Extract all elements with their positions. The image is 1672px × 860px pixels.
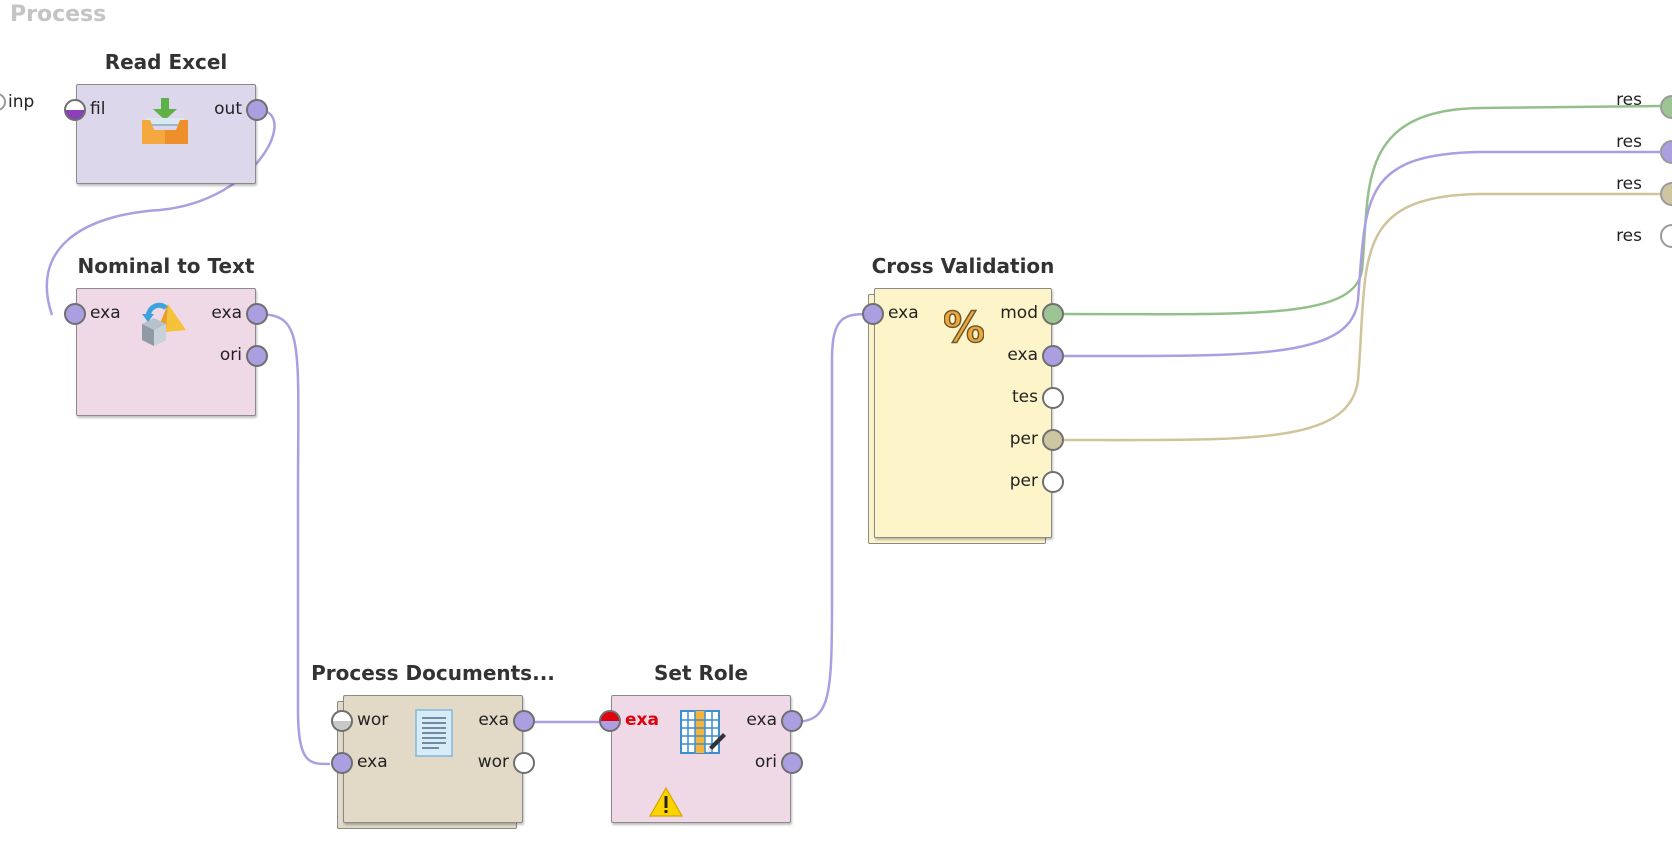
port-label: exa	[746, 710, 777, 730]
input-port-exa[interactable]	[599, 710, 621, 732]
result-port-label: res	[1616, 226, 1642, 246]
result-port-label: res	[1616, 174, 1642, 194]
operator-title: Set Role	[653, 661, 749, 685]
port-label: ori	[754, 752, 777, 772]
port-label: per	[1009, 429, 1038, 449]
port-label: tes	[1012, 387, 1038, 407]
port-label: mod	[1000, 303, 1038, 323]
port-label: wor	[477, 752, 509, 772]
process-title: Process	[10, 2, 107, 27]
output-port-out[interactable]	[246, 99, 268, 121]
port-label: out	[214, 99, 242, 119]
download-tray-icon	[142, 98, 188, 144]
output-port-exa[interactable]	[1042, 345, 1064, 367]
process-input-port[interactable]	[0, 93, 6, 111]
operator-process-documents[interactable]: Process Documents... wor exa exa wor	[311, 661, 555, 829]
result-port-1[interactable]	[1660, 95, 1672, 119]
operator-title: Read Excel	[104, 50, 228, 74]
output-port-tes[interactable]	[1042, 387, 1064, 409]
operator-nominal-to-text[interactable]: Nominal to Text exa exa ori	[64, 254, 268, 416]
port-label: per	[1009, 471, 1038, 491]
port-label: fil	[90, 99, 106, 119]
result-port-2[interactable]	[1660, 140, 1672, 164]
result-port-3[interactable]	[1660, 182, 1672, 206]
output-port-exa[interactable]	[781, 710, 803, 732]
input-port-fil[interactable]	[64, 99, 86, 121]
output-port-exa[interactable]	[513, 710, 535, 732]
wire-exa-to-res2	[1062, 150, 1660, 358]
wire-mod-to-res1	[1062, 104, 1661, 316]
output-port-exa[interactable]	[246, 303, 268, 325]
operator-cross-validation[interactable]: Cross Validation exa mod exa tes per per…	[862, 254, 1064, 544]
result-port-label: res	[1616, 90, 1642, 110]
port-label: exa	[478, 710, 509, 730]
process-canvas[interactable]: Process inp Read Excel fil out Nominal t…	[0, 0, 1672, 860]
document-icon	[415, 709, 453, 757]
output-port-ori[interactable]	[781, 752, 803, 774]
percent-icon: %	[944, 304, 984, 348]
wire-per-to-res3	[1062, 192, 1660, 442]
wire-nominal-to-procdocs	[256, 312, 331, 766]
operator-title: Process Documents...	[311, 661, 555, 685]
svg-text:%: %	[944, 304, 984, 348]
port-label-error: exa	[625, 710, 659, 730]
operator-read-excel[interactable]: Read Excel fil out	[64, 50, 268, 184]
output-port-wor[interactable]	[513, 752, 535, 774]
input-port-exa[interactable]	[64, 303, 86, 325]
shapes-convert-icon	[142, 302, 186, 346]
input-port-wor[interactable]	[331, 710, 353, 732]
output-port-mod[interactable]	[1042, 303, 1064, 325]
result-port-label: res	[1616, 132, 1642, 152]
port-label: wor	[357, 710, 389, 730]
result-port-4[interactable]	[1660, 224, 1672, 248]
output-port-per-2[interactable]	[1042, 471, 1064, 493]
operator-title: Cross Validation	[871, 254, 1055, 278]
port-label: exa	[1007, 345, 1038, 365]
warning-icon[interactable]	[649, 787, 683, 817]
process-input-label: inp	[8, 92, 35, 112]
operator-set-role[interactable]: Set Role exa exa ori	[599, 661, 803, 823]
port-label: exa	[211, 303, 242, 323]
port-label: exa	[90, 303, 121, 323]
port-label: exa	[888, 303, 919, 323]
output-port-per-1[interactable]	[1042, 429, 1064, 451]
input-port-exa[interactable]	[331, 752, 353, 774]
port-label: ori	[219, 345, 242, 365]
port-label: exa	[357, 752, 388, 772]
operator-title: Nominal to Text	[77, 254, 255, 278]
input-port-exa[interactable]	[862, 303, 884, 325]
output-port-ori[interactable]	[246, 345, 268, 367]
table-edit-icon	[680, 710, 726, 754]
